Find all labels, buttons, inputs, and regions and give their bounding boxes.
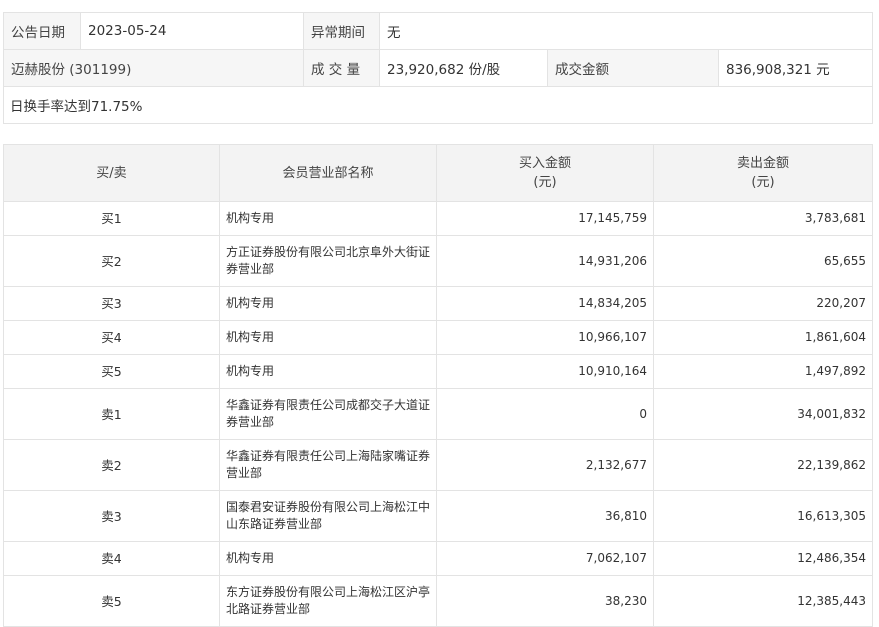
table-row: 卖2 华鑫证券有限责任公司上海陆家嘴证券营业部 2,132,677 22,139… bbox=[3, 439, 873, 491]
header-sell-unit: (元) bbox=[751, 175, 775, 190]
header-sell-label: 卖出金额 bbox=[736, 156, 789, 171]
table-row: 买3 机构专用 14,834,205 220,207 bbox=[3, 286, 873, 321]
row-branch: 机构专用 bbox=[219, 286, 437, 321]
announce-date-value: 2023-05-24 bbox=[80, 12, 304, 50]
row-sell-amount: 12,385,443 bbox=[653, 575, 873, 627]
row-side: 买2 bbox=[3, 235, 220, 287]
row-buy-amount: 10,966,107 bbox=[436, 320, 654, 355]
row-branch: 华鑫证券有限责任公司成都交子大道证券营业部 bbox=[219, 388, 437, 440]
row-branch: 机构专用 bbox=[219, 320, 437, 355]
row-buy-amount: 14,834,205 bbox=[436, 286, 654, 321]
amount-label: 成交金额 bbox=[547, 49, 719, 87]
header-sell-amount: 卖出金额 (元) bbox=[653, 144, 873, 202]
header-branch: 会员营业部名称 bbox=[219, 144, 437, 202]
amount-value: 836,908,321 元 bbox=[718, 49, 873, 87]
listing-reason: 日换手率达到71.75% bbox=[3, 86, 873, 124]
table-row: 卖4 机构专用 7,062,107 12,486,354 bbox=[3, 541, 873, 576]
table-row: 卖5 东方证券股份有限公司上海松江区沪亭北路证券营业部 38,230 12,38… bbox=[3, 575, 873, 627]
announcement-info-table: 公告日期 2023-05-24 异常期间 无 迈赫股份 (301199) 成 交… bbox=[3, 12, 873, 124]
row-sell-amount: 1,861,604 bbox=[653, 320, 873, 355]
abnormal-period-value: 无 bbox=[379, 12, 873, 50]
row-sell-amount: 34,001,832 bbox=[653, 388, 873, 440]
row-side: 卖2 bbox=[3, 439, 220, 491]
row-buy-amount: 0 bbox=[436, 388, 654, 440]
info-row-volume: 迈赫股份 (301199) 成 交 量 23,920,682 份/股 成交金额 … bbox=[3, 49, 873, 87]
table-row: 买5 机构专用 10,910,164 1,497,892 bbox=[3, 354, 873, 389]
table-row: 卖3 国泰君安证券股份有限公司上海松江中山东路证券营业部 36,810 16,6… bbox=[3, 490, 873, 542]
row-branch: 方正证券股份有限公司北京阜外大街证券营业部 bbox=[219, 235, 437, 287]
row-buy-amount: 36,810 bbox=[436, 490, 654, 542]
row-sell-amount: 22,139,862 bbox=[653, 439, 873, 491]
row-side: 卖4 bbox=[3, 541, 220, 576]
row-side: 卖3 bbox=[3, 490, 220, 542]
row-side: 卖5 bbox=[3, 575, 220, 627]
announce-date-label: 公告日期 bbox=[3, 12, 81, 50]
table-header-row: 买/卖 会员营业部名称 买入金额 (元) 卖出金额 (元) bbox=[3, 144, 873, 202]
row-branch: 机构专用 bbox=[219, 201, 437, 236]
row-buy-amount: 14,931,206 bbox=[436, 235, 654, 287]
stock-name: 迈赫股份 (301199) bbox=[3, 49, 304, 87]
row-branch: 国泰君安证券股份有限公司上海松江中山东路证券营业部 bbox=[219, 490, 437, 542]
row-side: 买3 bbox=[3, 286, 220, 321]
row-buy-amount: 17,145,759 bbox=[436, 201, 654, 236]
row-branch: 华鑫证券有限责任公司上海陆家嘴证券营业部 bbox=[219, 439, 437, 491]
table-row: 买2 方正证券股份有限公司北京阜外大街证券营业部 14,931,206 65,6… bbox=[3, 235, 873, 287]
info-row-date: 公告日期 2023-05-24 异常期间 无 bbox=[3, 12, 873, 50]
row-sell-amount: 65,655 bbox=[653, 235, 873, 287]
row-sell-amount: 1,497,892 bbox=[653, 354, 873, 389]
table-row: 卖1 华鑫证券有限责任公司成都交子大道证券营业部 0 34,001,832 bbox=[3, 388, 873, 440]
row-side: 买4 bbox=[3, 320, 220, 355]
row-sell-amount: 3,783,681 bbox=[653, 201, 873, 236]
table-row: 买1 机构专用 17,145,759 3,783,681 bbox=[3, 201, 873, 236]
row-sell-amount: 16,613,305 bbox=[653, 490, 873, 542]
abnormal-period-label: 异常期间 bbox=[303, 12, 380, 50]
row-buy-amount: 2,132,677 bbox=[436, 439, 654, 491]
row-branch: 机构专用 bbox=[219, 541, 437, 576]
volume-value: 23,920,682 份/股 bbox=[379, 49, 548, 87]
row-branch: 东方证券股份有限公司上海松江区沪亭北路证券营业部 bbox=[219, 575, 437, 627]
row-branch: 机构专用 bbox=[219, 354, 437, 389]
header-side: 买/卖 bbox=[3, 144, 220, 202]
info-row-reason: 日换手率达到71.75% bbox=[3, 86, 873, 124]
trading-seats-table: 买/卖 会员营业部名称 买入金额 (元) 卖出金额 (元) 买1 机构专用 17… bbox=[3, 144, 873, 627]
row-sell-amount: 12,486,354 bbox=[653, 541, 873, 576]
row-side: 卖1 bbox=[3, 388, 220, 440]
volume-label: 成 交 量 bbox=[303, 49, 380, 87]
row-buy-amount: 38,230 bbox=[436, 575, 654, 627]
header-buy-unit: (元) bbox=[533, 175, 557, 190]
table-row: 买4 机构专用 10,966,107 1,861,604 bbox=[3, 320, 873, 355]
header-buy-amount: 买入金额 (元) bbox=[436, 144, 654, 202]
row-buy-amount: 7,062,107 bbox=[436, 541, 654, 576]
row-side: 买1 bbox=[3, 201, 220, 236]
row-side: 买5 bbox=[3, 354, 220, 389]
row-sell-amount: 220,207 bbox=[653, 286, 873, 321]
header-buy-label: 买入金额 bbox=[518, 156, 571, 171]
row-buy-amount: 10,910,164 bbox=[436, 354, 654, 389]
